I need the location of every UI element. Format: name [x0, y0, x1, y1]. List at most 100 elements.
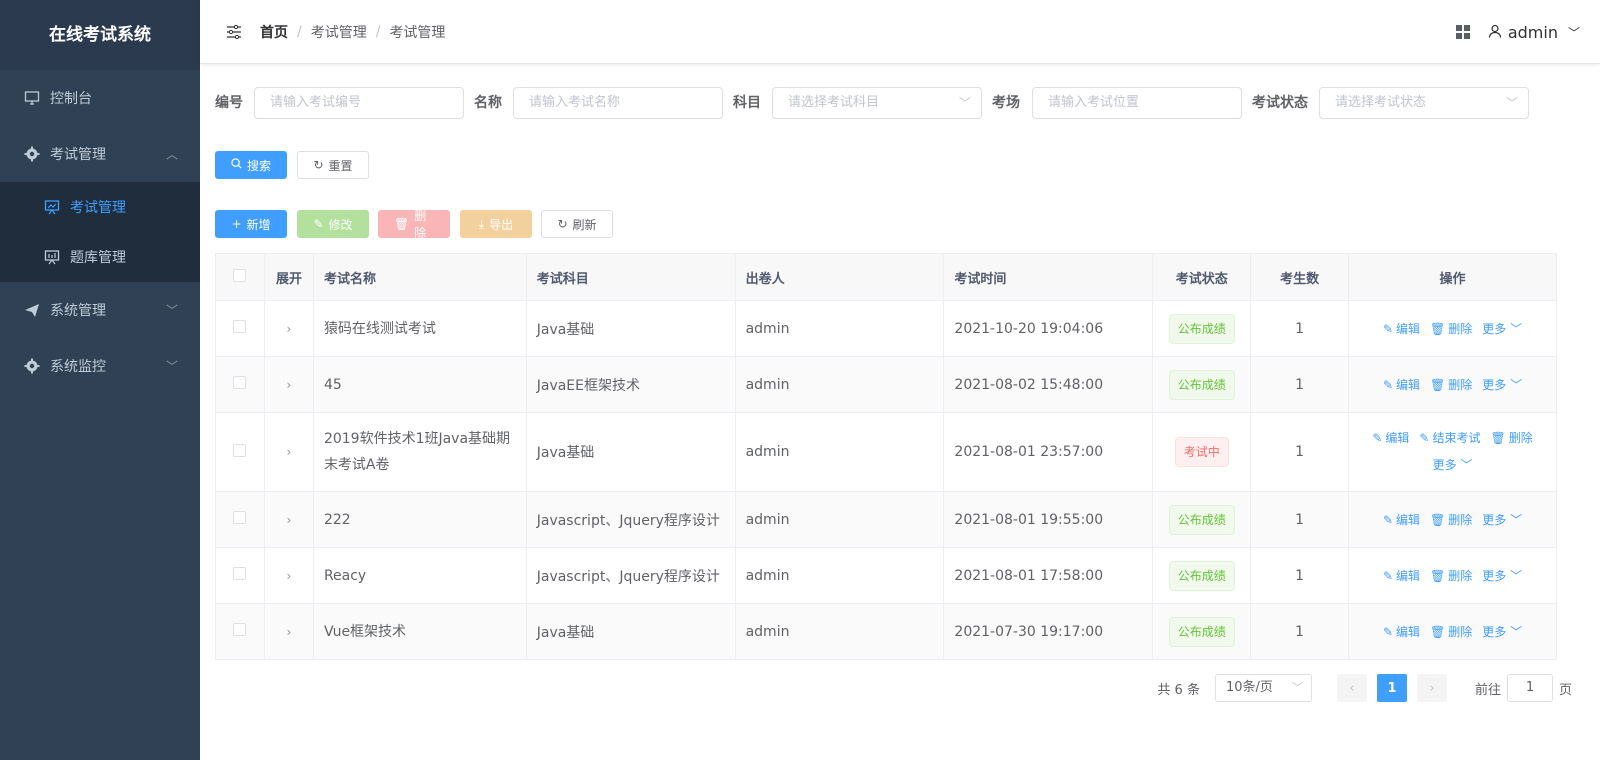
row-more-dropdown[interactable]: 更多 ﹀: [1433, 458, 1473, 472]
sidebar-item-system-mgmt[interactable]: 系统管理 ﹀: [0, 282, 200, 338]
status-badge: 公布成绩: [1168, 313, 1235, 344]
row-checkbox[interactable]: [233, 567, 247, 580]
page-number-current[interactable]: 1: [1376, 674, 1407, 702]
prev-page-button[interactable]: ‹: [1336, 674, 1367, 702]
row-more-dropdown[interactable]: 更多 ﹀: [1482, 322, 1522, 336]
reset-button[interactable]: ↻ 重置: [297, 151, 369, 179]
next-page-button[interactable]: ›: [1416, 674, 1447, 702]
refresh-button[interactable]: ↻ 刷新: [541, 210, 613, 238]
exam-name-cell: Reacy: [313, 547, 527, 604]
row-delete-link[interactable]: 🗑 删除: [1490, 431, 1532, 445]
actions-cell: ✎ 编辑 🗑 删除 更多 ﹀: [1348, 491, 1557, 548]
app-brand: 在线考试系统: [0, 0, 200, 70]
chevron-right-icon[interactable]: ›: [287, 569, 292, 583]
actions-cell: ✎ 编辑 🗑 删除 更多 ﹀: [1348, 603, 1557, 660]
subject-select[interactable]: 请选择考试科目 ﹀: [772, 87, 982, 119]
row-delete-link[interactable]: 🗑 删除: [1430, 625, 1472, 639]
exam-count-cell: 1: [1250, 412, 1350, 492]
chevron-right-icon[interactable]: ›: [287, 513, 292, 527]
select-all-checkbox-cell[interactable]: [215, 253, 265, 301]
sidebar-toggle-icon[interactable]: [214, 12, 254, 52]
row-more-dropdown[interactable]: 更多 ﹀: [1482, 625, 1522, 639]
edit-button[interactable]: ✎ 修改: [297, 210, 369, 238]
row-more-dropdown[interactable]: 更多 ﹀: [1482, 569, 1522, 583]
status-select[interactable]: 请选择考试状态 ﹀: [1319, 87, 1529, 119]
chevron-right-icon[interactable]: ›: [287, 625, 292, 639]
chevron-right-icon[interactable]: ›: [287, 445, 292, 459]
row-more-dropdown[interactable]: 更多 ﹀: [1482, 378, 1522, 392]
row-checkbox[interactable]: [233, 511, 247, 524]
chevron-down-icon: ﹀: [1505, 96, 1518, 110]
sidebar-item-exam-mgmt[interactable]: 考试管理 ︿: [0, 126, 200, 182]
row-checkbox-cell[interactable]: [215, 603, 265, 660]
row-edit-link[interactable]: ✎ 编辑: [1383, 513, 1420, 527]
row-delete-link[interactable]: 🗑 删除: [1430, 569, 1472, 583]
expand-cell[interactable]: ›: [264, 603, 314, 660]
page-size-select[interactable]: 10条/页 ﹀: [1214, 674, 1312, 702]
edit-icon: ✎: [1372, 431, 1383, 445]
row-end-exam-link[interactable]: ✎ 结束考试: [1419, 431, 1480, 445]
expand-cell[interactable]: ›: [264, 300, 314, 357]
goto-label: 前往: [1474, 682, 1501, 698]
row-edit-link[interactable]: ✎ 编辑: [1383, 569, 1420, 583]
row-checkbox[interactable]: [233, 376, 247, 389]
expand-cell[interactable]: ›: [264, 491, 314, 548]
row-edit-link[interactable]: ✎ 编辑: [1383, 378, 1420, 392]
exam-name-input[interactable]: 请输入考试名称: [513, 87, 723, 119]
row-delete-label: 删除: [1448, 322, 1473, 336]
breadcrumb-home[interactable]: 首页: [260, 22, 288, 42]
exam-status-cell: 公布成绩: [1152, 356, 1252, 413]
row-more-label: 更多: [1432, 458, 1457, 472]
user-menu[interactable]: admin ﹀: [1488, 23, 1580, 42]
delete-button[interactable]: 🗑 删除: [378, 209, 450, 240]
expand-cell[interactable]: ›: [264, 356, 314, 413]
export-button[interactable]: ⤓ 导出: [460, 210, 532, 238]
table-row[interactable]: › Vue框架技术 Java基础 admin 2021-07-30 19:17:…: [215, 603, 1557, 660]
edit-icon: ✎: [313, 217, 324, 231]
refresh-icon: ↻: [313, 158, 324, 172]
add-button[interactable]: + 新增: [215, 210, 287, 238]
exam-room-input[interactable]: 请输入考试位置: [1032, 87, 1242, 119]
chevron-right-icon[interactable]: ›: [287, 378, 292, 392]
row-delete-link[interactable]: 🗑 删除: [1430, 378, 1472, 392]
sidebar-item-exam[interactable]: 考试管理: [0, 182, 200, 232]
expand-cell[interactable]: ›: [264, 547, 314, 604]
row-checkbox-cell[interactable]: [215, 491, 265, 548]
row-more-dropdown[interactable]: 更多 ﹀: [1482, 513, 1522, 527]
trash-icon: 🗑: [1430, 569, 1446, 583]
row-edit-link[interactable]: ✎ 编辑: [1372, 431, 1409, 445]
expand-cell[interactable]: ›: [264, 412, 314, 492]
row-checkbox[interactable]: [233, 443, 247, 457]
table-row[interactable]: › 45 JavaEE框架技术 admin 2021-08-02 15:48:0…: [215, 356, 1557, 413]
filter-label-name: 名称: [474, 95, 502, 111]
row-delete-link[interactable]: 🗑 删除: [1430, 322, 1472, 336]
header-right: admin ﹀: [1455, 0, 1580, 64]
sidebar-item-system-monitor[interactable]: 系统监控 ﹀: [0, 338, 200, 394]
table-row[interactable]: › Reacy Javascript、Jquery程序设计 admin 2021…: [215, 547, 1557, 604]
row-edit-link[interactable]: ✎ 编辑: [1383, 322, 1420, 336]
exam-code-input[interactable]: 请输入考试编号: [254, 87, 464, 119]
row-delete-link[interactable]: 🗑 删除: [1430, 513, 1472, 527]
table-row[interactable]: › 2019软件技术1班Java基础期末考试A卷 Java基础 admin 20…: [215, 412, 1557, 492]
chevron-right-icon[interactable]: ›: [287, 322, 292, 336]
search-button[interactable]: 搜索: [215, 151, 287, 179]
select-all-checkbox[interactable]: [233, 268, 247, 282]
sidebar-item-dashboard[interactable]: 控制台: [0, 70, 200, 126]
table-row[interactable]: › 猿码在线测试考试 Java基础 admin 2021-10-20 19:04…: [215, 300, 1557, 357]
row-checkbox-cell[interactable]: [215, 412, 265, 492]
sidebar-item-question-bank[interactable]: 题库管理: [0, 232, 200, 282]
chevron-down-icon: ﹀: [1510, 569, 1523, 583]
status-badge: 考试中: [1174, 437, 1229, 467]
page-suffix: 页: [1558, 682, 1572, 698]
exam-subject-cell: Javascript、Jquery程序设计: [526, 491, 736, 548]
row-edit-link[interactable]: ✎ 编辑: [1383, 625, 1420, 639]
row-delete-label: 删除: [1448, 378, 1473, 392]
goto-page-input[interactable]: 1: [1506, 674, 1553, 702]
row-checkbox-cell[interactable]: [215, 547, 265, 604]
table-row[interactable]: › 222 Javascript、Jquery程序设计 admin 2021-0…: [215, 491, 1557, 548]
row-checkbox-cell[interactable]: [215, 300, 265, 357]
row-checkbox[interactable]: [233, 623, 247, 636]
apps-grid-icon[interactable]: [1455, 25, 1470, 39]
row-checkbox-cell[interactable]: [215, 356, 265, 413]
row-checkbox[interactable]: [233, 320, 247, 333]
